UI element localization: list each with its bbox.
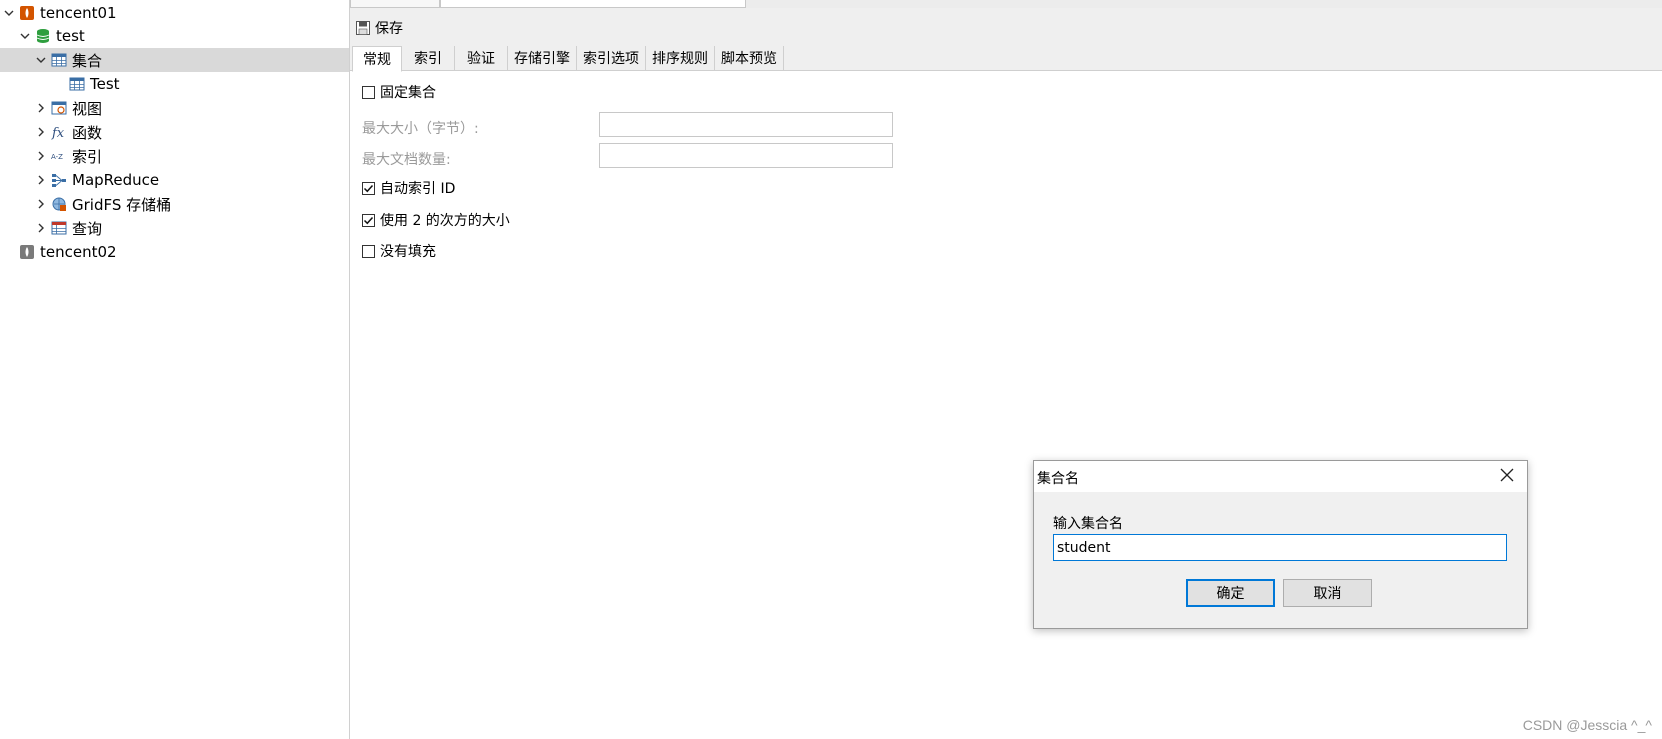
editor-tab-strip <box>350 0 1662 8</box>
tree-item-connection-tencent02[interactable]: tencent02 <box>0 240 349 264</box>
gridfs-bucket-icon <box>50 195 68 213</box>
save-icon <box>356 21 370 35</box>
dialog-titlebar[interactable]: 集合名 <box>1034 461 1527 492</box>
capped-collection-checkbox[interactable] <box>362 85 375 99</box>
tab-validation[interactable]: 验证 <box>455 46 508 70</box>
power-of-2-sizes-label: 使用 2 的次方的大小 <box>380 213 510 229</box>
tree-item-collection-test[interactable]: Test <box>0 72 349 96</box>
tree-item-gridfs[interactable]: GridFS 存储桶 <box>0 192 349 216</box>
chevron-right-icon[interactable] <box>32 96 50 120</box>
tree-item-label: 函数 <box>72 123 103 142</box>
checkmark-icon <box>363 216 374 224</box>
no-padding-label: 没有填充 <box>380 244 436 260</box>
ok-button[interactable]: 确定 <box>1186 579 1275 607</box>
collection-name-dialog: 集合名 输入集合名 确定 取消 <box>1033 460 1528 629</box>
watermark: CSDN @Jesscia ^_^ <box>1522 717 1652 733</box>
no-padding-checkbox[interactable] <box>362 244 375 258</box>
max-size-label: 最大大小（字节）: <box>362 121 479 137</box>
auto-index-id-checkbox[interactable] <box>362 181 375 195</box>
collection-table-icon <box>50 51 68 69</box>
tree-item-label: 查询 <box>72 219 103 238</box>
chevron-down-icon[interactable] <box>0 1 18 25</box>
tree-item-label: 集合 <box>72 51 103 70</box>
mapreduce-icon <box>50 171 68 189</box>
tree-item-connection-tencent01[interactable]: tencent01 <box>0 1 349 25</box>
tree-item-label: test <box>56 27 85 45</box>
close-button[interactable] <box>1499 467 1517 485</box>
query-icon <box>50 219 68 237</box>
tree-item-functions[interactable]: fx 函数 <box>0 120 349 144</box>
tree-item-label: 索引 <box>72 147 103 166</box>
max-size-input[interactable] <box>599 112 893 137</box>
database-icon <box>34 27 52 45</box>
chevron-right-icon[interactable] <box>32 168 50 192</box>
table-icon <box>68 75 86 93</box>
navigation-tree: tencent01 test 集合 Test 视图 fx 函数 A-Z 索引 M… <box>0 0 350 739</box>
index-az-icon: A-Z <box>50 147 68 165</box>
auto-index-id-option[interactable]: 自动索引 ID <box>362 178 455 198</box>
tab-script-preview[interactable]: 脚本预览 <box>715 46 784 70</box>
tab-indexes[interactable]: 索引 <box>402 46 455 70</box>
chevron-down-icon[interactable] <box>32 48 50 72</box>
auto-index-id-label: 自动索引 ID <box>380 181 456 197</box>
tab-index-options[interactable]: 索引选项 <box>577 46 646 70</box>
power-of-2-sizes-checkbox[interactable] <box>362 213 375 227</box>
tree-item-label: tencent02 <box>40 243 117 261</box>
mongodb-connection-icon <box>18 4 36 22</box>
toolbar: 保存 <box>350 8 1662 48</box>
chevron-right-icon[interactable] <box>32 216 50 240</box>
tree-item-mapreduce[interactable]: MapReduce <box>0 168 349 192</box>
tree-item-label: 视图 <box>72 99 103 118</box>
tree-item-indexes[interactable]: A-Z 索引 <box>0 144 349 168</box>
designer-tabs: 常规 索引 验证 存储引擎 索引选项 排序规则 脚本预览 <box>350 46 1662 72</box>
svg-text:fx: fx <box>51 126 65 140</box>
tree-item-views[interactable]: 视图 <box>0 96 349 120</box>
tree-item-label: MapReduce <box>72 171 160 189</box>
cancel-button[interactable]: 取消 <box>1283 579 1372 607</box>
view-icon <box>50 99 68 117</box>
power-of-2-sizes-option[interactable]: 使用 2 的次方的大小 <box>362 210 510 230</box>
tab-collation[interactable]: 排序规则 <box>646 46 715 70</box>
max-documents-input[interactable] <box>599 143 893 168</box>
save-button[interactable]: 保存 <box>356 18 403 38</box>
dialog-title: 集合名 <box>1037 471 1079 487</box>
tab-storage-engine[interactable]: 存储引擎 <box>508 46 577 70</box>
tree-item-queries[interactable]: 查询 <box>0 216 349 240</box>
editor-tab[interactable] <box>350 0 440 8</box>
close-icon <box>1500 468 1514 482</box>
tree-item-label: Test <box>90 75 120 93</box>
collection-name-prompt: 输入集合名 <box>1053 516 1123 532</box>
tree-item-collections[interactable]: 集合 <box>0 48 349 72</box>
chevron-right-icon[interactable] <box>32 192 50 216</box>
tree-item-label: GridFS 存储桶 <box>72 195 172 214</box>
editor-tab-active[interactable] <box>440 0 746 8</box>
mongodb-connection-icon <box>18 243 36 261</box>
tree-item-database-test[interactable]: test <box>0 24 349 48</box>
svg-text:A-Z: A-Z <box>51 153 63 161</box>
tree-item-label: tencent01 <box>40 4 117 22</box>
tab-general[interactable]: 常规 <box>352 46 402 72</box>
collection-name-input[interactable] <box>1053 534 1507 561</box>
chevron-right-icon[interactable] <box>32 144 50 168</box>
function-fx-icon: fx <box>50 123 68 141</box>
max-documents-label: 最大文档数量: <box>362 152 451 168</box>
chevron-right-icon[interactable] <box>32 120 50 144</box>
chevron-down-icon[interactable] <box>16 24 34 48</box>
save-label: 保存 <box>375 21 403 37</box>
capped-collection-label: 固定集合 <box>380 85 436 101</box>
capped-collection-option[interactable]: 固定集合 <box>362 82 436 102</box>
no-padding-option[interactable]: 没有填充 <box>362 241 436 261</box>
checkmark-icon <box>363 184 374 192</box>
